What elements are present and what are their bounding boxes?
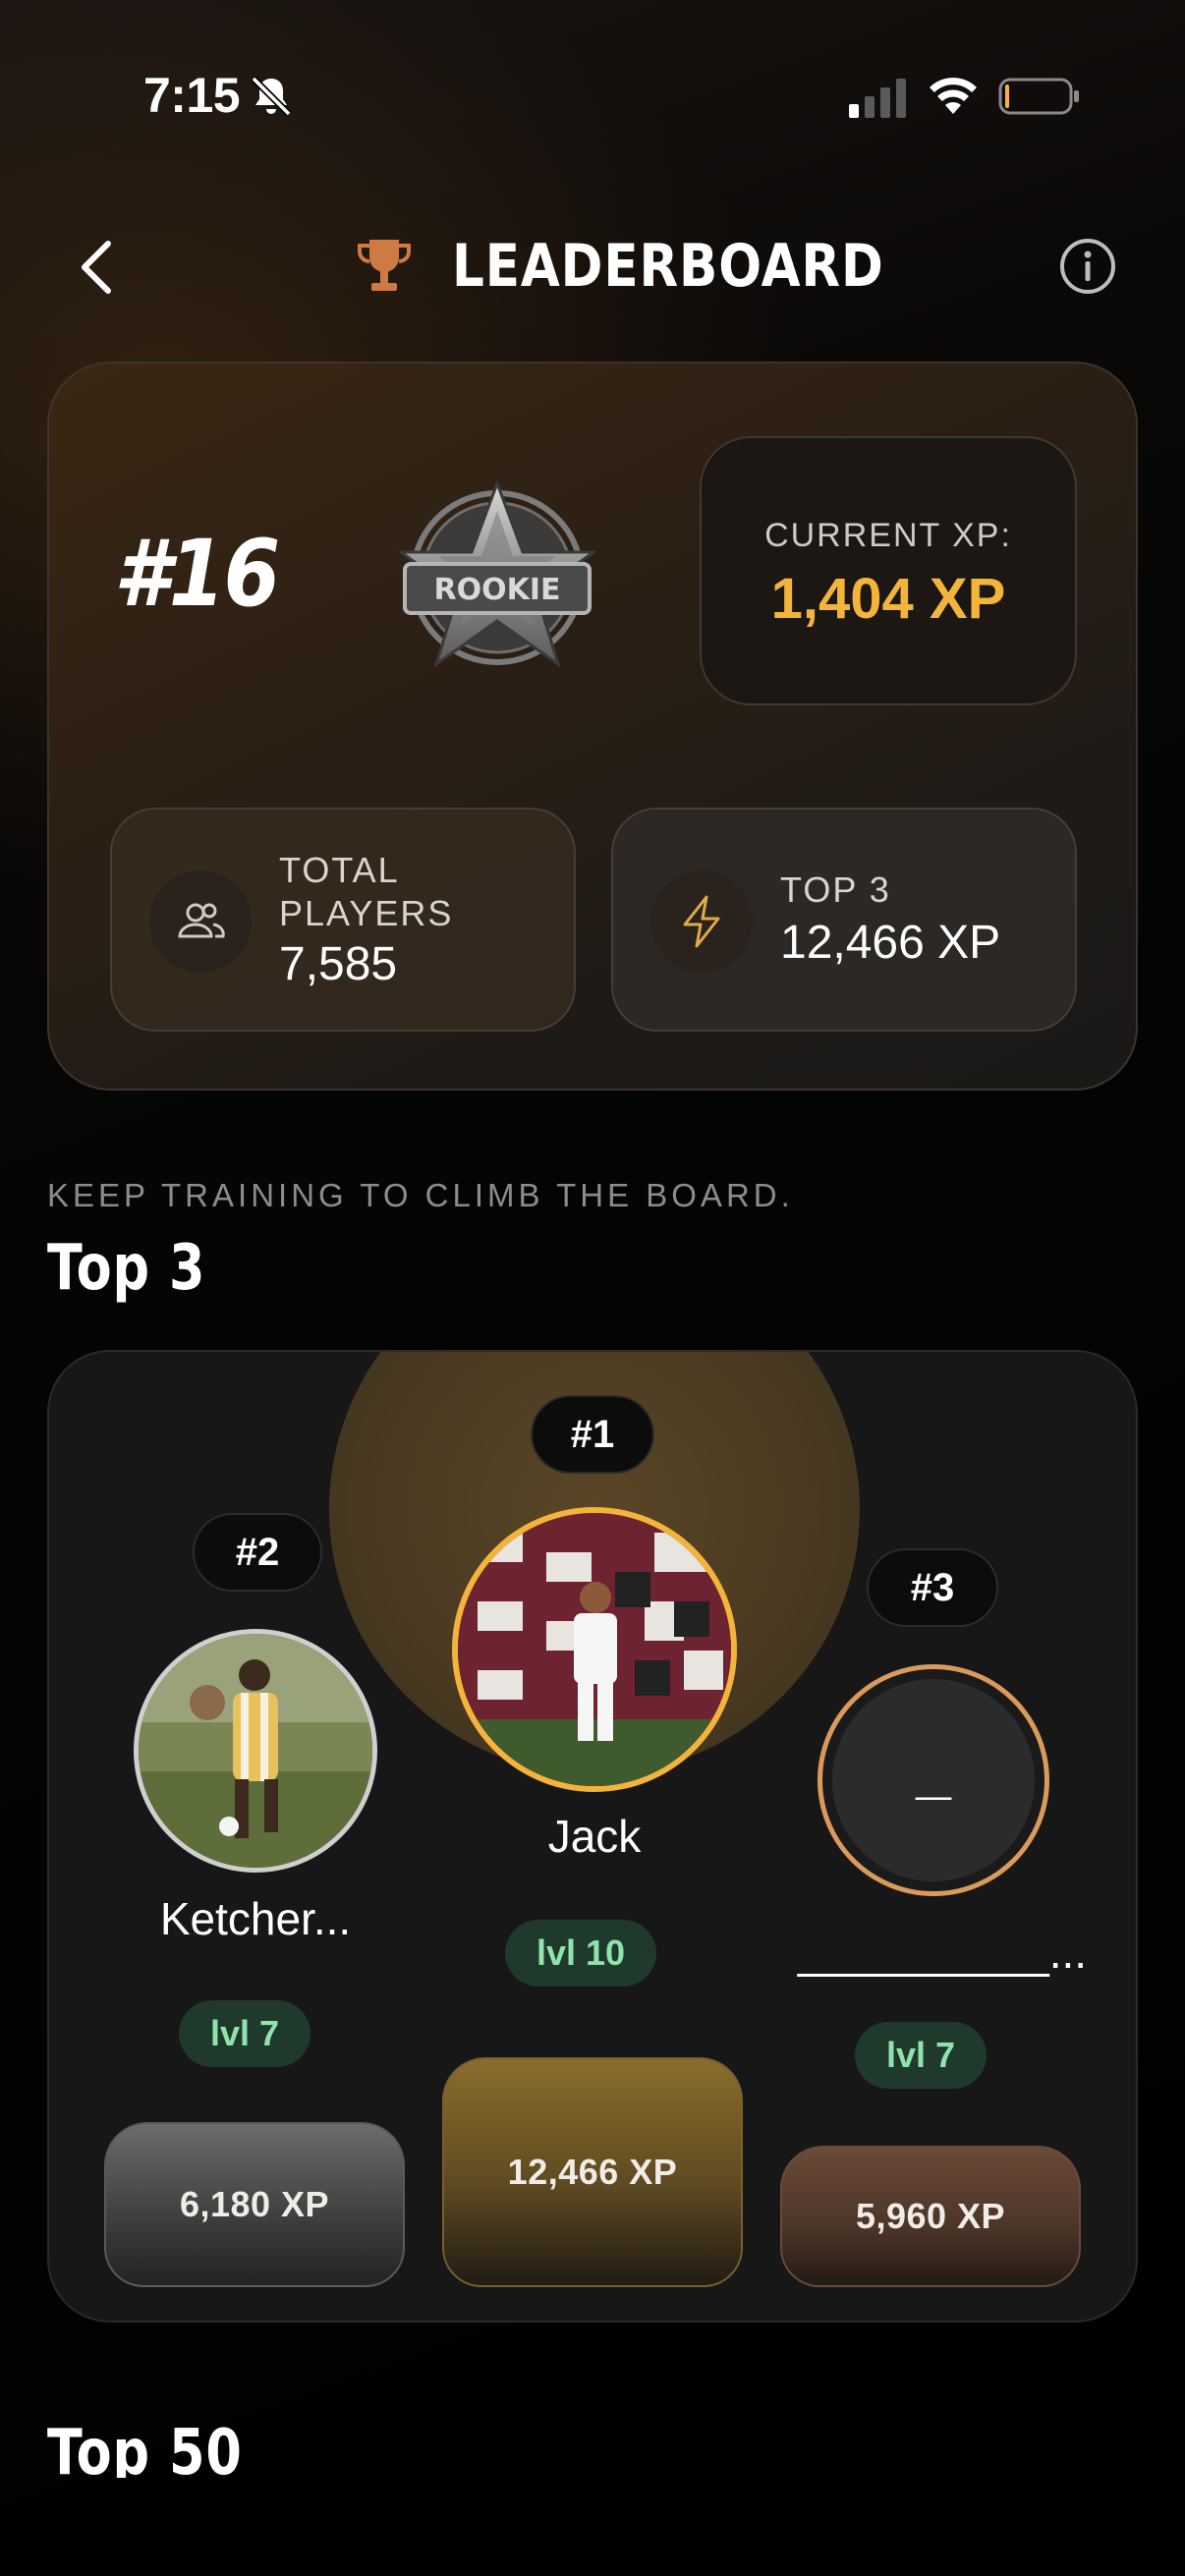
top50-title: Top 50 [47, 2417, 243, 2478]
current-xp-value: 1,404 XP [770, 567, 1006, 631]
current-xp-box: CURRENT XP: 1,404 XP [700, 436, 1077, 705]
player-name-3: __________... [797, 1927, 1088, 1978]
total-players-value: 7,585 [279, 938, 398, 990]
top3-label: TOP 3 [780, 869, 891, 910]
xp-block-1: 12,466 XP [442, 2057, 743, 2287]
total-players-label: TOTAL PLAYERS [279, 850, 454, 933]
status-time: 7:15 [143, 68, 241, 123]
battery-icon [998, 78, 1079, 115]
xp-block-3: 5,960 XP [780, 2146, 1081, 2287]
back-button[interactable] [69, 228, 124, 307]
total-players-box: TOTAL PLAYERS 7,585 [110, 808, 576, 1032]
level-pill-1: lvl 10 [505, 1920, 656, 1987]
rank-pill-1: #1 [531, 1395, 654, 1474]
trophy-icon [358, 240, 411, 291]
podium-card: #2 Ketcher... lvl 7 6,180 XP #1 Jack lvl… [47, 1350, 1138, 2323]
level-pill-2: lvl 7 [179, 2000, 310, 2067]
cellular-signal-icon [849, 79, 906, 118]
current-xp-label: CURRENT XP: [764, 517, 1012, 554]
chevron-left-icon [82, 241, 111, 294]
avatar-player-2[interactable] [134, 1629, 377, 1873]
rookie-badge-icon: ROOKIE [399, 481, 595, 668]
top3-xp-box: TOP 3 12,466 XP [611, 808, 1077, 1032]
user-rank: #16 [114, 521, 280, 628]
rank-pill-3: #3 [867, 1548, 998, 1627]
header: LEADERBOARD [354, 232, 954, 301]
player-name-1: Jack [547, 1811, 642, 1862]
xp-block-2: 6,180 XP [104, 2122, 405, 2287]
top3-value: 12,466 XP [780, 917, 1001, 969]
level-pill-3: lvl 7 [855, 2022, 987, 2089]
users-icon [149, 870, 252, 973]
top3-title: Top 3 [47, 1232, 206, 1305]
rank-card: #16 ROOKIE CURRENT XP: 1,404 XP TOTAL PL… [47, 362, 1138, 1091]
section-subtitle: KEEP TRAINING TO CLIMB THE BOARD. [47, 1177, 794, 1213]
wifi-icon [930, 78, 977, 114]
info-icon[interactable] [1059, 238, 1116, 295]
player-name-2: Ketcher... [159, 1893, 352, 1944]
avatar-player-3[interactable]: _ [818, 1664, 1049, 1896]
bell-off-icon [251, 76, 292, 117]
page-title: LEADERBOARD [452, 232, 884, 301]
avatar-placeholder-text: _ [916, 1735, 951, 1806]
lightning-icon [650, 870, 753, 973]
badge-text: ROOKIE [433, 573, 560, 607]
avatar-player-1[interactable] [452, 1507, 737, 1792]
rank-pill-2: #2 [193, 1513, 322, 1592]
status-bar: 7:15 [0, 0, 1185, 196]
